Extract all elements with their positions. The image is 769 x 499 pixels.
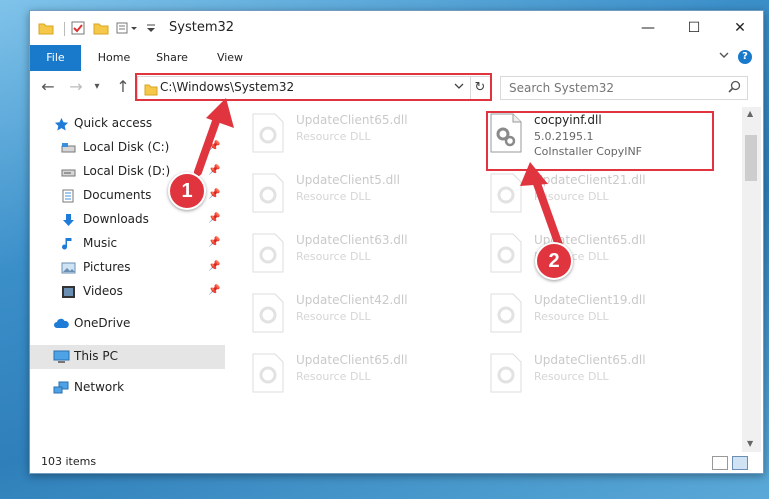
arrow-2-head [520, 162, 548, 186]
callout-1-badge: 1 [168, 172, 206, 210]
callout-2-badge: 2 [535, 242, 573, 280]
arrow-1-head [206, 98, 234, 128]
annotation-arrows [194, 98, 564, 252]
arrow-2 [531, 174, 564, 252]
